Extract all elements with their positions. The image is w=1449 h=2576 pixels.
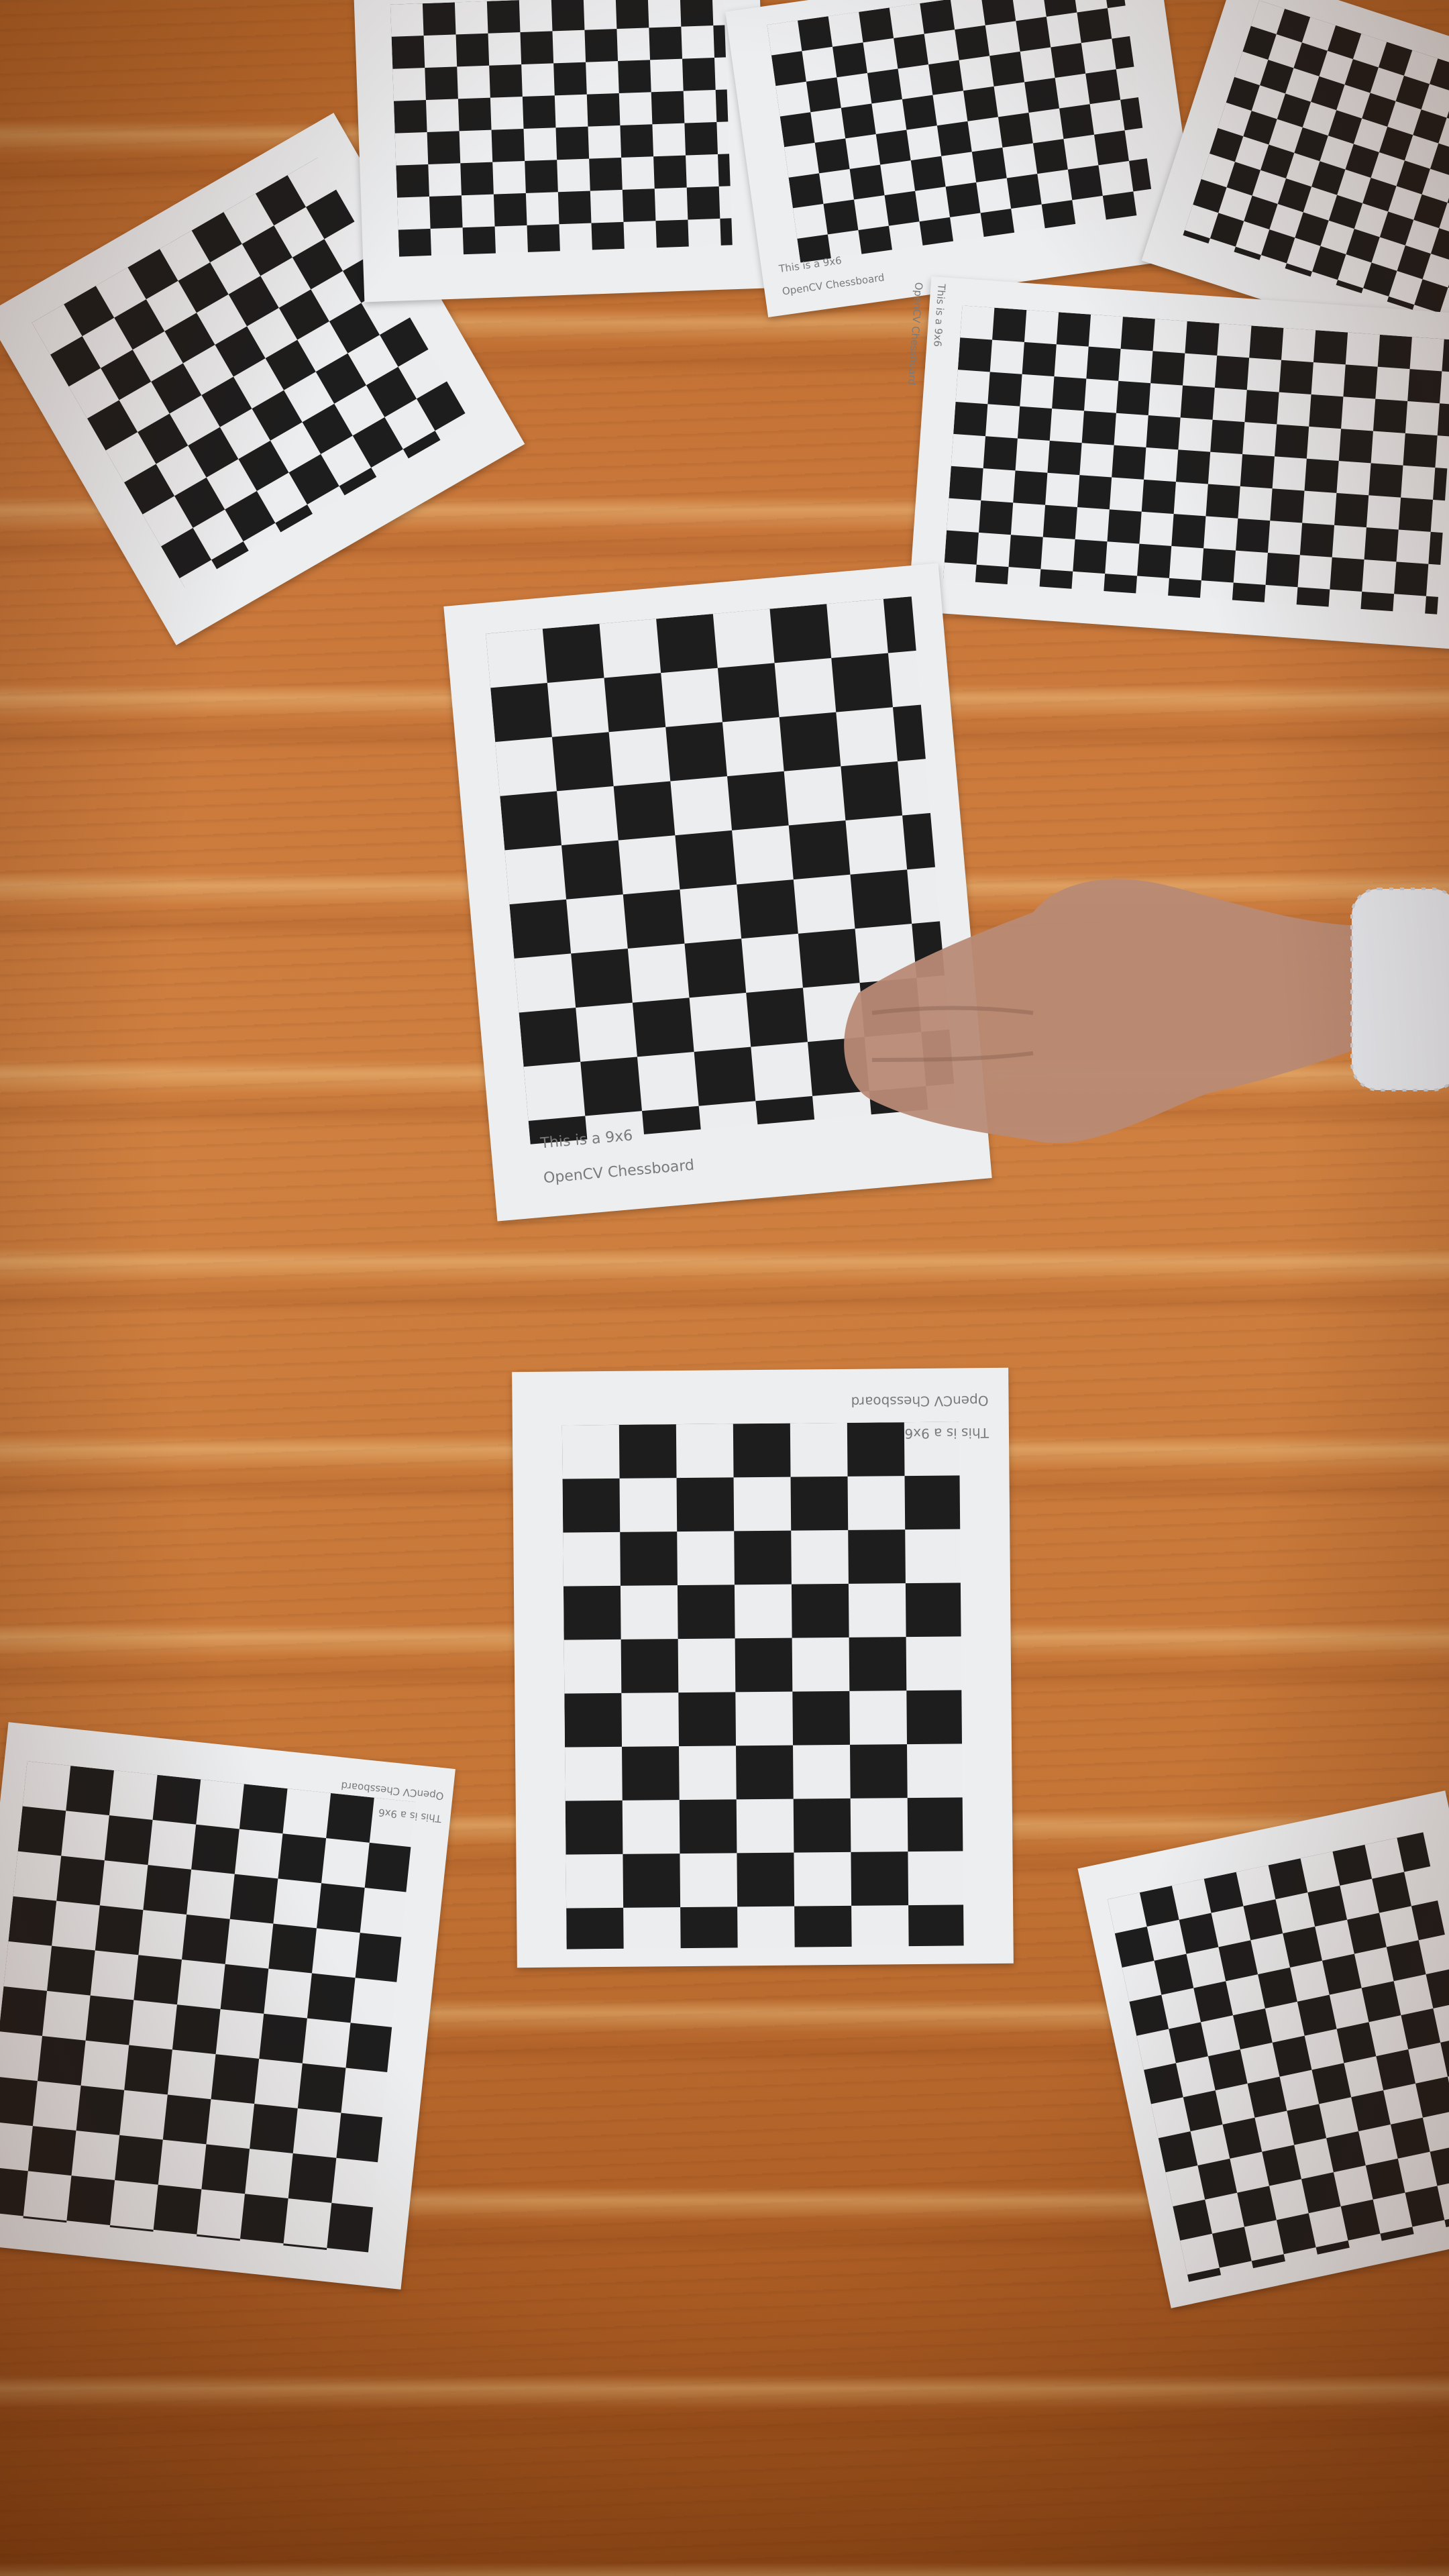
caption-line-2: OpenCV Chessboard [781, 271, 885, 298]
calibration-sheet-top-right-center: This is a 9x6 OpenCV Chessboard [725, 0, 1200, 317]
caption-line-2: OpenCV Chessboard [906, 282, 925, 386]
sheet-caption: This is a 9x6 OpenCV Chessboard [894, 281, 959, 388]
sheet-caption: This is a 9x6 OpenCV Chessboard [337, 1768, 445, 1835]
calibration-sheet-bottom-left: This is a 9x6 OpenCV Chessboard [0, 1722, 455, 2290]
hand-with-sleeve [844, 879, 1449, 1143]
shirt-sleeve [1352, 889, 1449, 1090]
caption-line-1: This is a 9x6 [904, 1425, 989, 1442]
checkerboard [390, 0, 733, 257]
caption-line-2: OpenCV Chessboard [340, 1779, 445, 1803]
sheet-caption: This is a 9x6 OpenCV Chessboard [777, 238, 887, 309]
checkerboard [943, 305, 1449, 614]
checkerboard [1107, 1831, 1449, 2282]
calibration-sheet-right: This is a 9x6 OpenCV Chessboard [906, 276, 1449, 649]
checkerboard [766, 0, 1155, 263]
caption-line-2: OpenCV Chessboard [851, 1393, 989, 1411]
caption-line-1: This is a 9x6 [778, 254, 843, 275]
caption-line-1: This is a 9x6 [931, 283, 948, 347]
checkerboard [1183, 0, 1449, 324]
sheet-caption: This is a 9x6 OpenCV Chessboard [851, 1377, 989, 1458]
hand [844, 879, 1382, 1143]
sheet-caption: This is a 9x6 OpenCV Chessboard [538, 1105, 696, 1205]
calibration-sheet-bottom-right [1077, 1790, 1449, 2308]
caption-line-1: This is a 9x6 [539, 1127, 634, 1152]
checkerboard [0, 1760, 416, 2255]
caption-line-2: OpenCV Chessboard [543, 1157, 695, 1187]
caption-line-1: This is a 9x6 [378, 1806, 442, 1825]
checkerboard [561, 1421, 964, 1949]
calibration-sheet-lower-center: This is a 9x6 OpenCV Chessboard [512, 1367, 1014, 1968]
calibration-sheet-top-center [353, 0, 771, 303]
